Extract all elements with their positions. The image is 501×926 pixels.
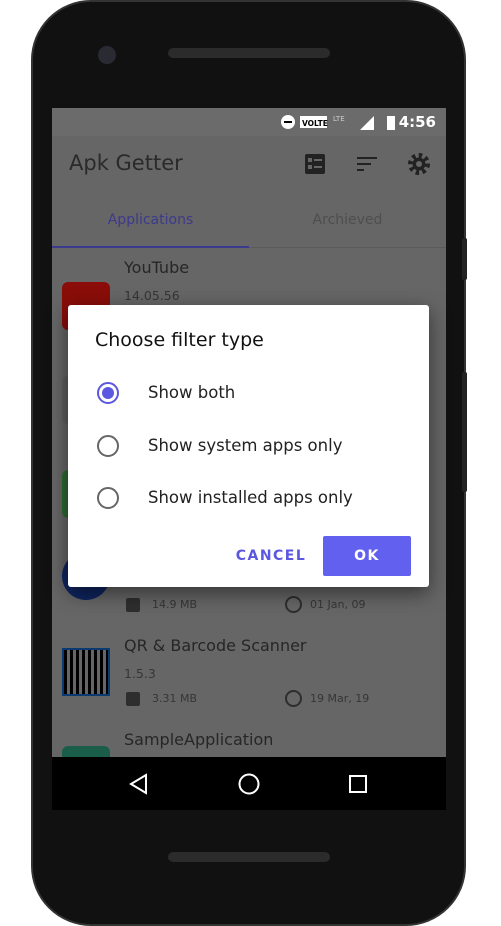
app-name: QR & Barcode Scanner [124,636,307,655]
radio-unselected[interactable] [97,487,119,509]
app-name: YouTube [124,258,190,277]
app-title: Apk Getter [69,151,183,175]
radio-unselected[interactable] [97,435,119,457]
dialog-title: Choose filter type [95,329,264,351]
option-system-only[interactable]: Show system apps only [68,420,429,472]
svg-text:VOLTE: VOLTE [302,119,328,128]
volume-button [462,238,467,280]
back-icon[interactable] [129,773,149,795]
tab-bar: Applications Archieved [52,192,446,248]
clock-icon [285,690,302,707]
app-version: 14.05.56 [124,288,180,303]
ok-button[interactable]: OK [323,536,411,576]
recents-icon[interactable] [348,774,368,794]
tab-applications[interactable]: Applications [52,212,249,228]
bottom-speaker [168,852,330,862]
checklist-icon[interactable] [303,152,327,176]
option-label: Show system apps only [148,436,343,455]
option-label: Show both [148,383,236,402]
settings-gear-icon[interactable] [407,152,431,176]
app-date: 01 Jan, 09 [310,598,366,611]
sort-icon[interactable] [355,152,379,176]
storage-icon [126,598,140,612]
status-bar: VOLTE LTE 4:56 [52,108,446,136]
list-item[interactable]: QR & Barcode Scanner 1.5.3 3.31 MB 19 Ma… [52,626,446,720]
navigation-bar [52,757,446,810]
option-show-both[interactable]: Show both [68,367,429,419]
clock: 4:56 [398,113,436,131]
option-label: Show installed apps only [148,488,353,507]
app-size: 3.31 MB [152,692,198,705]
app-name: SampleApplication [124,730,274,749]
svg-text:LTE: LTE [333,115,345,123]
tab-archieved[interactable]: Archieved [249,212,446,228]
app-version: 1.5.3 [124,666,156,681]
app-date: 19 Mar, 19 [310,692,370,705]
qr-code-icon [62,648,110,696]
front-camera [98,46,116,64]
home-icon[interactable] [237,772,261,796]
app-bar: Apk Getter [52,136,446,192]
earpiece [168,48,330,58]
option-installed-only[interactable]: Show installed apps only [68,472,429,524]
power-button [462,372,467,492]
radio-selected[interactable] [97,382,119,404]
filter-dialog: Choose filter type Show both Show system… [68,305,429,587]
cancel-button[interactable]: CANCEL [228,536,314,576]
app-size: 14.9 MB [152,598,198,611]
storage-icon [126,692,140,706]
clock-icon [285,596,302,613]
